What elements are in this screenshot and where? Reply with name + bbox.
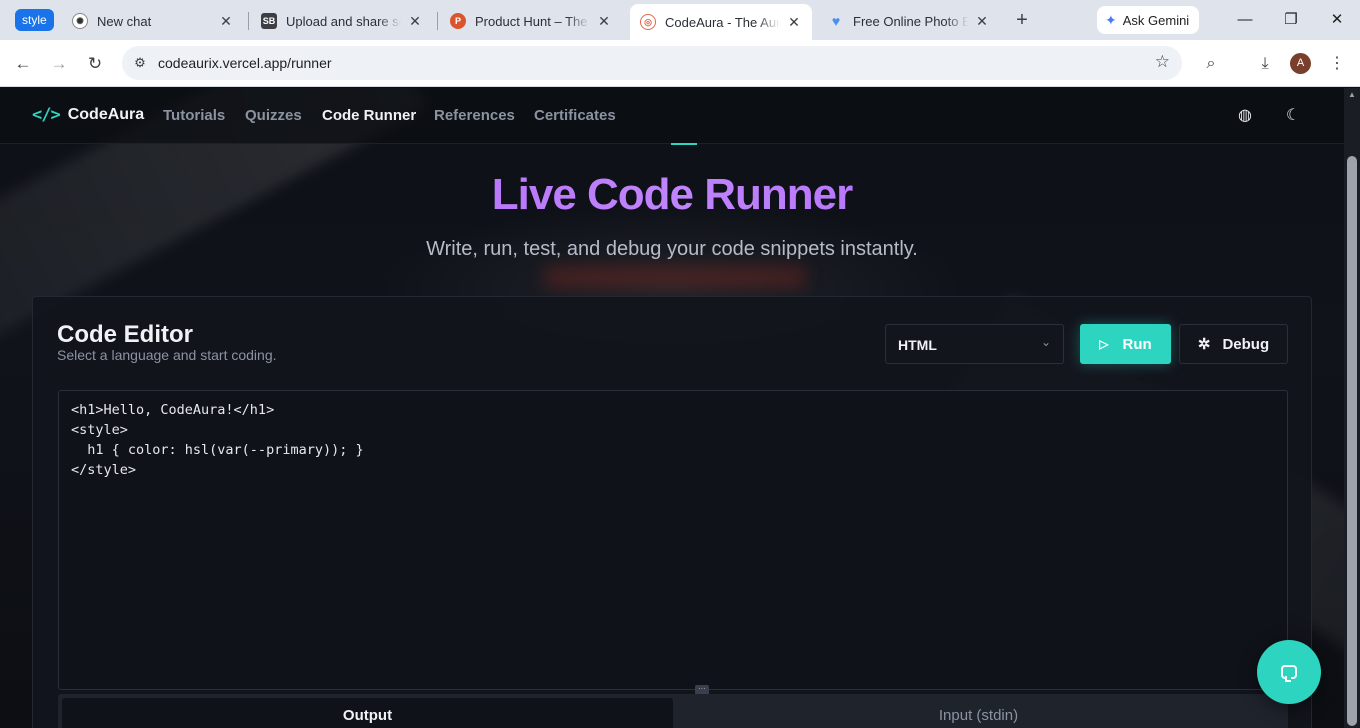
browser-tab-product-hunt[interactable]: P Product Hunt – The be ✕ — [440, 6, 622, 36]
reload-icon[interactable]: ↻ — [82, 51, 108, 77]
restore-icon[interactable]: ❐ — [1268, 8, 1314, 32]
browser-tab-photo-editor[interactable]: ♥ Free Online Photo Edit ✕ — [818, 6, 1000, 36]
tab-input-stdin[interactable]: Input (stdin) — [673, 698, 1284, 728]
bookmark-star-icon[interactable]: ☆ — [1155, 52, 1170, 72]
scrollbar-thumb[interactable] — [1347, 156, 1357, 726]
brand-name: CodeAura — [67, 106, 145, 123]
codeaura-icon: ◎ — [640, 14, 656, 30]
url-text[interactable]: codeaurix.vercel.app/runner — [158, 55, 332, 71]
browser-tab-upload[interactable]: SB Upload and share scre ✕ — [251, 6, 433, 36]
lens-search-icon[interactable]: ⌕ — [1199, 52, 1223, 76]
chevron-down-icon: ⌄ — [1040, 335, 1051, 349]
heart-icon: ♥ — [831, 13, 841, 29]
menu-kebab-icon[interactable]: ⋮ — [1325, 52, 1349, 76]
run-button[interactable]: ▷ Run — [1080, 324, 1171, 364]
tab-title: New chat — [97, 13, 152, 29]
browser-tab-codeaura[interactable]: ◎ CodeAura - The Aura o ✕ — [630, 4, 812, 40]
nav-quizzes[interactable]: Quizzes — [245, 107, 302, 124]
run-label: Run — [1122, 335, 1152, 353]
browser-tab-new-chat[interactable]: ✺ New chat ✕ — [62, 6, 244, 36]
nav-tutorials[interactable]: Tutorials — [163, 107, 225, 124]
chat-bubble-icon — [1281, 665, 1297, 682]
tab-group-chip[interactable]: style — [15, 9, 54, 31]
gemini-label: Ask Gemini — [1122, 12, 1190, 28]
profile-avatar[interactable]: A — [1290, 53, 1311, 74]
code-text[interactable]: <h1>Hello, CodeAura!</h1> <style> h1 { c… — [71, 400, 364, 480]
back-icon[interactable]: ← — [10, 51, 36, 77]
palette-icon[interactable]: ◍ — [1234, 105, 1256, 127]
close-tab-icon[interactable]: ✕ — [218, 13, 234, 29]
forward-icon[interactable]: → — [46, 51, 72, 77]
debug-button[interactable]: ✲ Debug — [1179, 324, 1288, 364]
scroll-up-icon[interactable]: ▲ — [1348, 91, 1356, 99]
close-window-icon[interactable]: ✕ — [1314, 8, 1360, 32]
openai-icon: ✺ — [72, 13, 88, 29]
code-brackets-icon: </> — [32, 105, 61, 125]
address-bar[interactable]: ⚙ codeaurix.vercel.app/runner ☆ — [122, 46, 1182, 80]
close-tab-icon[interactable]: ✕ — [596, 13, 612, 29]
producthunt-icon: P — [450, 13, 466, 29]
nav-references[interactable]: References — [434, 107, 515, 124]
gemini-icon: ✦ — [1105, 11, 1117, 28]
debug-label: Debug — [1222, 335, 1270, 353]
card-title: Code Editor — [57, 321, 193, 348]
tab-title: Product Hunt – The be — [475, 13, 590, 29]
code-editor-card: Code Editor Select a language and start … — [32, 296, 1312, 728]
page-title: Live Code Runner — [0, 170, 1344, 220]
tab-separator — [437, 12, 438, 30]
site-logo[interactable]: </> CodeAura — [32, 105, 144, 125]
page-subtitle: Write, run, test, and debug your code sn… — [426, 238, 918, 260]
close-tab-icon[interactable]: ✕ — [786, 14, 802, 30]
card-description: Select a language and start coding. — [57, 347, 277, 363]
bug-icon: ✲ — [1197, 336, 1211, 353]
tab-title: CodeAura - The Aura o — [665, 14, 780, 30]
tab-separator — [248, 12, 249, 30]
tab-title: Upload and share scre — [286, 13, 401, 29]
chat-button[interactable] — [1257, 640, 1321, 704]
ask-gemini-button[interactable]: ✦ Ask Gemini — [1097, 6, 1200, 34]
play-icon: ▷ — [1099, 337, 1109, 351]
active-nav-indicator — [671, 143, 697, 145]
moon-icon[interactable]: ☾ — [1282, 105, 1304, 127]
site-navbar: </> CodeAura Tutorials Quizzes Code Runn… — [0, 88, 1344, 145]
close-tab-icon[interactable]: ✕ — [974, 13, 990, 29]
close-tab-icon[interactable]: ✕ — [407, 13, 423, 29]
language-select[interactable]: HTML ⌄ — [885, 324, 1064, 364]
site-info-icon[interactable]: ⚙ — [131, 54, 149, 72]
new-tab-button[interactable]: + — [1011, 9, 1033, 31]
background-glow — [545, 266, 805, 288]
sb-icon: SB — [261, 13, 277, 29]
download-icon[interactable]: ⤓ — [1253, 52, 1277, 76]
language-value: HTML — [898, 337, 937, 353]
minimize-icon[interactable]: — — [1222, 8, 1268, 32]
browser-toolbar: ← → ↻ ⚙ codeaurix.vercel.app/runner ☆ ⌕ … — [0, 40, 1360, 87]
page-viewport: </> CodeAura Tutorials Quizzes Code Runn… — [0, 88, 1344, 728]
tab-output[interactable]: Output — [62, 698, 673, 728]
io-tabs: Output Input (stdin) — [58, 694, 1288, 728]
browser-tab-strip: style ✺ New chat ✕ SB Upload and share s… — [0, 0, 1360, 40]
nav-code-runner[interactable]: Code Runner — [322, 107, 416, 124]
tab-title: Free Online Photo Edit — [853, 13, 968, 29]
code-editor[interactable]: <h1>Hello, CodeAura!</h1> <style> h1 { c… — [58, 390, 1288, 695]
nav-certificates[interactable]: Certificates — [534, 107, 616, 124]
